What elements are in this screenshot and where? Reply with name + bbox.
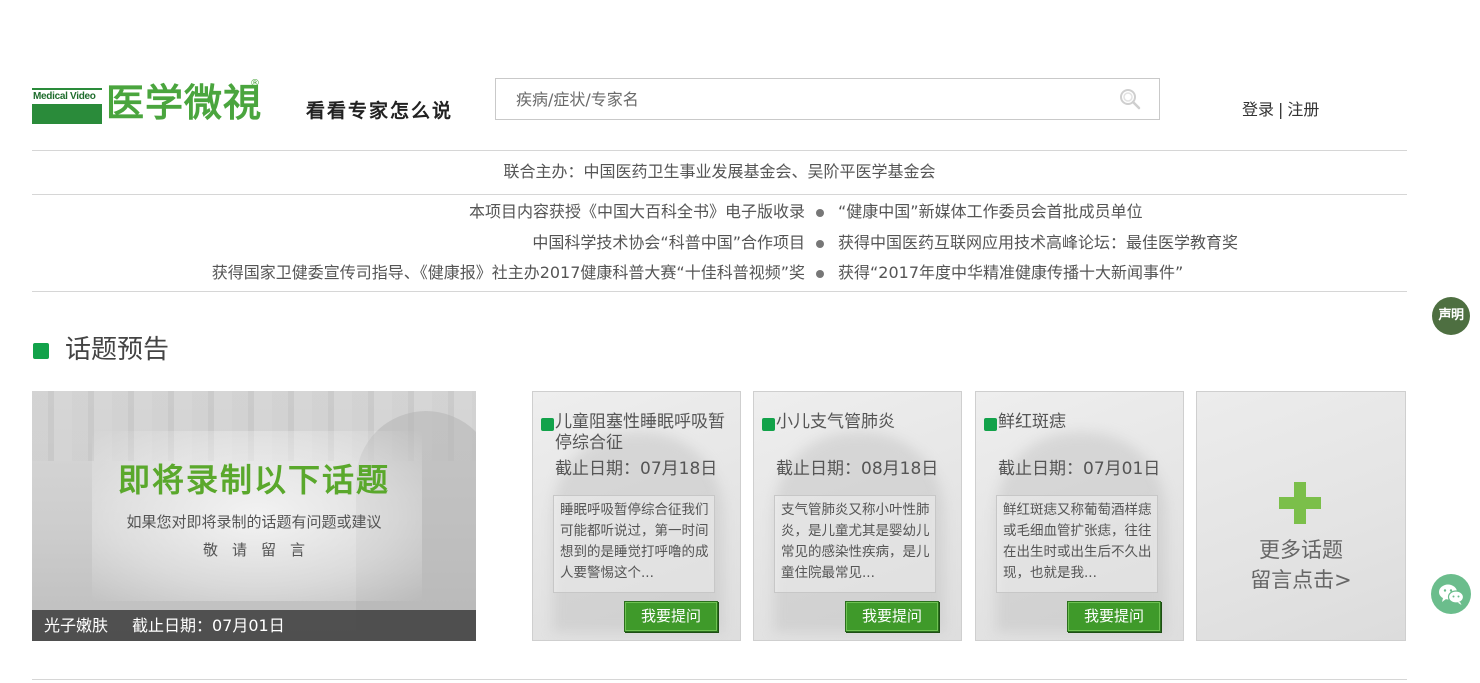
topic-marker [762, 418, 775, 431]
honor-right-text: 获得中国医药互联网应用技术高峰论坛：最佳医学教育奖 [838, 233, 1239, 252]
featured-topic-card[interactable]: 即将录制以下话题 如果您对即将录制的话题有问题或建议 敬请留言 光子嫩肤 截止日… [32, 391, 476, 641]
ask-question-button[interactable]: 我要提问 [1067, 601, 1161, 632]
topic-description: 支气管肺炎又称小叶性肺炎，是儿童尤其是婴幼儿常见的感染性疾病，是儿童住院最常见.… [774, 495, 936, 593]
topic-description: 睡眠呼吸暂停综合征我们可能都听说过，第一时间想到的是睡觉打呼噜的成人要警惕这个.… [553, 495, 715, 593]
site-header: Medical Video 医学微視 ® 看看专家怎么说 登录|注册 [32, 72, 1407, 151]
logo-chinese-text: 医学微視 [106, 81, 263, 125]
search-input[interactable] [516, 79, 1096, 119]
auth-links: 登录 | 注册 [1242, 96, 1319, 120]
topic-card: 小儿支气管肺炎 截止日期：08月18日 支气管肺炎又称小叶性肺炎，是儿童尤其是婴… [753, 391, 962, 641]
honor-row: 本项目内容获授《中国大百科全书》电子版收录 “健康中国”新媒体工作委员会首批成员… [32, 197, 1407, 227]
site-slogan: 看看专家怎么说 [306, 100, 454, 122]
logo-english-text: Medical Video [33, 91, 96, 102]
honor-left-text: 中国科学技术协会“科普中国”合作项目 [532, 233, 805, 252]
section-divider [32, 679, 1407, 680]
register-link[interactable]: 注册 [1287, 100, 1319, 119]
honor-left-text: 获得国家卫健委宣传司指导、《健康报》社主办2017健康科普大赛“十佳科普视频”奖 [211, 263, 805, 282]
topic-marker [984, 418, 997, 431]
honor-row: 中国科学技术协会“科普中国”合作项目 获得中国医药互联网应用技术高峰论坛：最佳医… [32, 228, 1407, 258]
more-topics-card[interactable]: 更多话题 留言点击> [1196, 391, 1406, 641]
topic-title[interactable]: 鲜红斑痣 [998, 412, 1182, 433]
section-title: 话题预告 [65, 335, 170, 365]
search-box [495, 78, 1160, 120]
topic-card: 鲜红斑痣 截止日期：07月01日 鲜红斑痣又称葡萄酒样痣或毛细血管扩张痣，往往在… [975, 391, 1184, 641]
statement-button[interactable]: 声明 [1432, 297, 1470, 335]
honor-row: 获得国家卫健委宣传司指导、《健康报》社主办2017健康科普大赛“十佳科普视频”奖… [32, 258, 1407, 288]
site-logo[interactable]: Medical Video 医学微視 ® [32, 78, 272, 126]
honor-right-text: 获得“2017年度中华精准健康传播十大新闻事件” [838, 263, 1184, 282]
topic-card: 儿童阻塞性睡眠呼吸暂停综合征 截止日期：07月18日 睡眠呼吸暂停综合征我们可能… [532, 391, 741, 641]
search-icon[interactable] [1119, 88, 1141, 110]
honors-list: 本项目内容获授《中国大百科全书》电子版收录 “健康中国”新媒体工作委员会首批成员… [32, 195, 1407, 292]
honor-right-text: “健康中国”新媒体工作委员会首批成员单位 [838, 202, 1143, 221]
logo-registered-mark: ® [250, 78, 260, 89]
more-topics-label: 更多话题 [1259, 538, 1343, 562]
topic-deadline: 截止日期：08月18日 [776, 459, 939, 479]
feature-subline: 如果您对即将录制的话题有问题或建议 [126, 513, 382, 531]
plus-icon-bar [1279, 497, 1321, 509]
auth-separator: | [1278, 100, 1284, 119]
topic-title[interactable]: 儿童阻塞性睡眠呼吸暂停综合征 [555, 412, 739, 454]
topic-deadline: 截止日期：07月18日 [555, 459, 718, 479]
bullet-dot [816, 270, 824, 278]
ask-question-button[interactable]: 我要提问 [624, 601, 718, 632]
feature-caption-bar: 光子嫩肤 截止日期：07月01日 [32, 610, 476, 641]
topic-deadline: 截止日期：07月01日 [998, 459, 1161, 479]
topic-marker [541, 418, 554, 431]
feature-subline-2: 敬请留言 [202, 541, 319, 559]
feature-headline: 即将录制以下话题 [117, 461, 390, 499]
topic-description: 鲜红斑痣又称葡萄酒样痣或毛细血管扩张痣，往往在出生时或出生后不久出现，也就是我.… [996, 495, 1158, 593]
wechat-button[interactable] [1431, 574, 1471, 614]
feature-topic-name: 光子嫩肤 [44, 616, 109, 635]
wechat-icon [1439, 584, 1465, 605]
section-marker [33, 343, 49, 359]
login-link[interactable]: 登录 [1242, 100, 1274, 119]
bullet-dot [816, 209, 824, 217]
topic-title[interactable]: 小儿支气管肺炎 [776, 412, 960, 433]
co-host-line: 联合主办：中国医药卫生事业发展基金会、吴阶平医学基金会 [32, 150, 1407, 195]
leave-message-link[interactable]: 留言点击> [1197, 564, 1405, 594]
feature-deadline: 截止日期：07月01日 [132, 616, 285, 635]
honor-left-text: 本项目内容获授《中国大百科全书》电子版收录 [468, 202, 805, 221]
bullet-dot [816, 240, 824, 248]
ask-question-button[interactable]: 我要提问 [845, 601, 939, 632]
